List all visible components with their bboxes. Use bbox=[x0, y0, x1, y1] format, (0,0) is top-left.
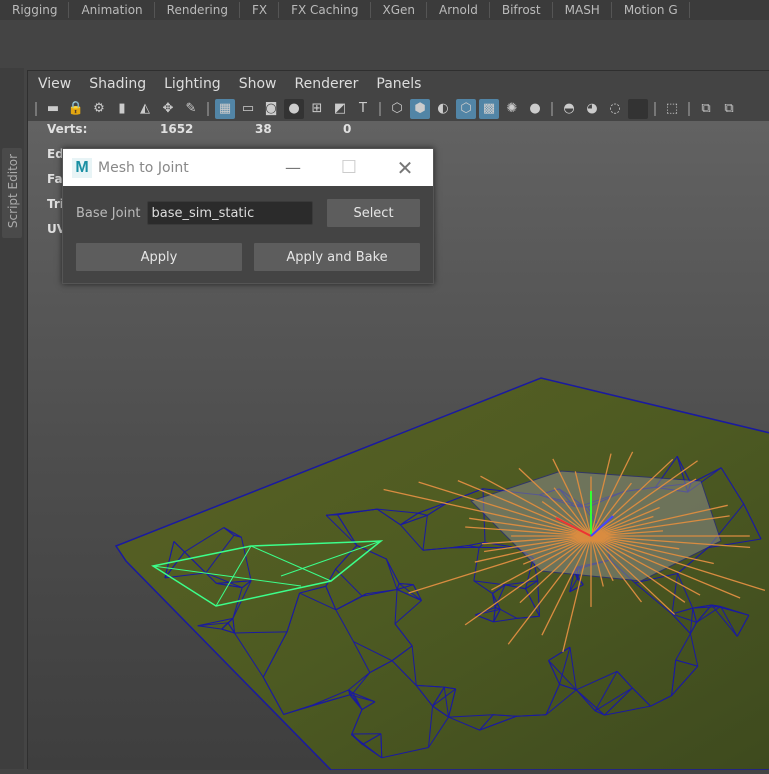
hud-value: 0 bbox=[343, 121, 351, 137]
lights-icon[interactable]: ✺ bbox=[502, 99, 522, 119]
isolate-select-icon[interactable]: ⬚ bbox=[662, 99, 682, 119]
grease-pencil-icon[interactable]: ✎ bbox=[181, 99, 201, 119]
menu-shading[interactable]: Shading bbox=[89, 76, 146, 92]
gate-mask-icon[interactable]: ● bbox=[284, 99, 304, 119]
grid-icon[interactable]: ▦ bbox=[215, 99, 235, 119]
menu-renderer[interactable]: Renderer bbox=[294, 76, 358, 92]
camera-attributes-icon[interactable]: ⚙ bbox=[89, 99, 109, 119]
pan-zoom-icon[interactable]: ✥ bbox=[158, 99, 178, 119]
toolbar-separator bbox=[35, 102, 37, 116]
motion-blur-icon[interactable]: ◕ bbox=[582, 99, 602, 119]
toolbar-separator bbox=[551, 102, 553, 116]
mesh-to-joint-dialog: M Mesh to Joint — ☐ ✕ Base Joint base_si… bbox=[62, 148, 434, 284]
smooth-shade-icon[interactable]: ⬢ bbox=[410, 99, 430, 119]
menu-show[interactable]: Show bbox=[239, 76, 277, 92]
shelf-tab-animation[interactable]: Animation bbox=[69, 2, 154, 18]
base-joint-label: Base Joint bbox=[76, 206, 141, 221]
shelf-tab-rigging[interactable]: Rigging bbox=[0, 2, 69, 18]
shelf-tab-bifrost[interactable]: Bifrost bbox=[490, 2, 553, 18]
camera-icon[interactable]: ▬ bbox=[43, 99, 63, 119]
lock-camera-icon[interactable]: 🔒 bbox=[66, 99, 86, 119]
script-editor-tab[interactable]: Script Editor bbox=[2, 148, 22, 238]
select-button[interactable]: Select bbox=[327, 199, 420, 227]
bookmark-icon[interactable]: ▮ bbox=[112, 99, 132, 119]
menu-lighting[interactable]: Lighting bbox=[164, 76, 221, 92]
film-gate-icon[interactable]: ▭ bbox=[238, 99, 258, 119]
shelf-tab-motion[interactable]: Motion G bbox=[612, 2, 690, 18]
shelf-tab-rendering[interactable]: Rendering bbox=[155, 2, 240, 18]
shelf-tab-mash[interactable]: MASH bbox=[553, 2, 612, 18]
close-icon[interactable]: ✕ bbox=[385, 149, 425, 186]
shelf-tabs: Rigging Animation Rendering FX FX Cachin… bbox=[0, 0, 769, 20]
menu-view[interactable]: View bbox=[38, 76, 71, 92]
maya-logo-icon: M bbox=[72, 158, 92, 178]
hud-label: Verts: bbox=[47, 121, 87, 137]
xray-icon[interactable]: ▩ bbox=[479, 99, 499, 119]
wireframe-on-shaded-icon[interactable]: ⬡ bbox=[456, 99, 476, 119]
resolution-gate-icon[interactable]: ◙ bbox=[261, 99, 281, 119]
xray-active-icon[interactable]: ⧉ bbox=[719, 99, 739, 119]
base-joint-input[interactable]: base_sim_static bbox=[147, 201, 313, 225]
hud-row-verts: Verts: 1652 38 0 bbox=[47, 121, 447, 146]
shelf-area bbox=[0, 20, 769, 68]
ambient-occlusion-icon[interactable]: ◓ bbox=[559, 99, 579, 119]
safe-action-icon[interactable]: ◩ bbox=[330, 99, 350, 119]
hud-value: 38 bbox=[255, 121, 272, 137]
shelf-tab-fx-caching[interactable]: FX Caching bbox=[279, 2, 370, 18]
field-chart-icon[interactable]: ⊞ bbox=[307, 99, 327, 119]
apply-button[interactable]: Apply bbox=[76, 243, 242, 271]
default-material-icon[interactable]: ◐ bbox=[433, 99, 453, 119]
toolbar-separator bbox=[688, 102, 690, 116]
shelf-tab-arnold[interactable]: Arnold bbox=[427, 2, 490, 18]
apply-and-bake-button[interactable]: Apply and Bake bbox=[254, 243, 420, 271]
script-editor-label: Script Editor bbox=[6, 146, 20, 236]
toolbar-separator bbox=[379, 102, 381, 116]
menu-panels[interactable]: Panels bbox=[376, 76, 421, 92]
xray-joints-icon[interactable]: ⧉ bbox=[696, 99, 716, 119]
base-joint-row: Base Joint base_sim_static bbox=[76, 201, 313, 225]
anti-aliasing-icon[interactable]: ◌ bbox=[605, 99, 625, 119]
shadows-icon[interactable]: ● bbox=[525, 99, 545, 119]
dialog-title: Mesh to Joint bbox=[98, 160, 189, 176]
minimize-icon[interactable]: — bbox=[273, 149, 313, 186]
toolbar-separator bbox=[207, 102, 209, 116]
panel-toolbar: ▬ 🔒 ⚙ ▮ ◭ ✥ ✎ ▦ ▭ ◙ ● ⊞ ◩ T ⬡ ⬢ ◐ ⬡ ▩ ✺ … bbox=[28, 96, 769, 121]
toolbar-separator bbox=[654, 102, 656, 116]
shelf-tab-fx[interactable]: FX bbox=[240, 2, 279, 18]
wireframe-icon[interactable]: ⬡ bbox=[387, 99, 407, 119]
safe-title-icon[interactable]: T bbox=[353, 99, 373, 119]
image-plane-icon[interactable]: ◭ bbox=[135, 99, 155, 119]
dialog-title-bar[interactable]: M Mesh to Joint — ☐ ✕ bbox=[63, 149, 433, 186]
hud-value: 1652 bbox=[160, 121, 193, 137]
depth-of-field-icon[interactable] bbox=[628, 99, 648, 119]
maximize-icon[interactable]: ☐ bbox=[329, 149, 369, 186]
side-bar: Script Editor bbox=[0, 68, 24, 769]
panel-menu-bar: View Shading Lighting Show Renderer Pane… bbox=[28, 71, 769, 96]
shelf-tab-xgen[interactable]: XGen bbox=[371, 2, 428, 18]
